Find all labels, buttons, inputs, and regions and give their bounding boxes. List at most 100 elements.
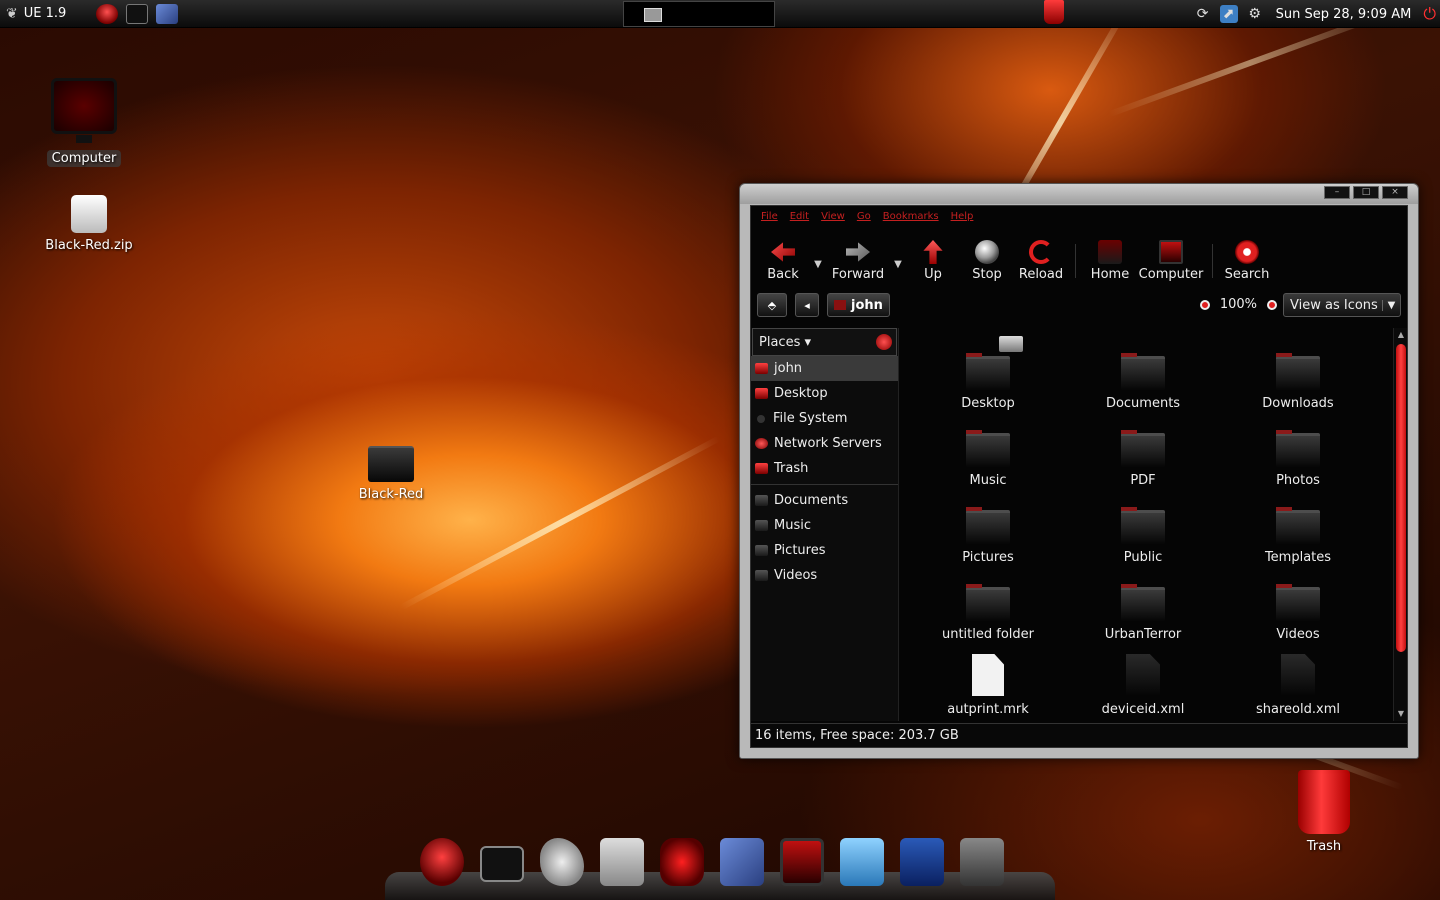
tools-dock-icon[interactable] (720, 838, 764, 886)
file-item[interactable]: Public (1068, 507, 1218, 565)
path-button-home[interactable]: john (827, 293, 890, 317)
sidebar-item-filesystem[interactable]: File System (751, 406, 898, 431)
sidebar-item-john[interactable]: john (751, 356, 898, 381)
back-history-dropdown[interactable]: ▼ (811, 259, 825, 270)
power-icon[interactable]: ⏻ (1423, 4, 1436, 24)
file-item-label: PDF (1130, 473, 1156, 488)
menu-view[interactable]: View (821, 211, 845, 223)
update-icon[interactable]: ⟳ (1194, 5, 1212, 23)
close-sidebar-icon[interactable] (876, 334, 892, 350)
file-item[interactable]: Videos (1223, 584, 1373, 642)
file-item[interactable]: Pictures (913, 507, 1063, 565)
file-item[interactable]: UrbanTerror (1068, 584, 1218, 642)
scroll-up-icon[interactable]: ▲ (1396, 330, 1406, 340)
desktop-icon-folder[interactable]: Black-Red (336, 446, 446, 503)
up-label: Up (924, 267, 942, 282)
game-dock-icon[interactable] (660, 838, 704, 886)
file-item[interactable]: Documents (1068, 353, 1218, 411)
vertical-scrollbar[interactable]: ▲ ▼ (1393, 328, 1407, 721)
toggle-location-button[interactable]: ⬘ (757, 293, 787, 317)
browser-dock-icon[interactable] (420, 838, 464, 886)
desktop-icon-computer[interactable]: Computer (29, 78, 139, 167)
zoom-out-icon[interactable] (1199, 299, 1210, 310)
file-item[interactable]: Desktop (913, 353, 1063, 411)
menu-bookmarks[interactable]: Bookmarks (883, 211, 939, 223)
forward-label: Forward (831, 267, 885, 282)
folder-icon (755, 570, 768, 581)
location-bar: ⬘ ◂ john 100% View as Icons ▼ (751, 288, 1407, 322)
close-button[interactable]: × (1382, 186, 1408, 199)
tools-launcher-icon[interactable] (156, 3, 179, 24)
network-icon[interactable]: ⬈ (1219, 5, 1238, 23)
window-titlebar[interactable]: – □ × (740, 184, 1418, 204)
drive-icon[interactable] (999, 336, 1023, 352)
stop-button[interactable]: Stop (961, 240, 1013, 282)
drive-dock-icon[interactable] (960, 838, 1004, 886)
path-left-button[interactable]: ◂ (795, 293, 819, 317)
forward-history-dropdown[interactable]: ▼ (891, 259, 905, 270)
sidebar-item-documents[interactable]: Documents (751, 488, 898, 513)
menu-file[interactable]: File (761, 211, 778, 223)
show-desktop-icon[interactable] (644, 8, 662, 22)
sidebar-item-pictures[interactable]: Pictures (751, 538, 898, 563)
path-button-label: john (851, 297, 883, 313)
computer-label: Computer (1138, 267, 1204, 282)
menu-go[interactable]: Go (857, 211, 871, 223)
file-item[interactable]: shareold.xml (1223, 654, 1373, 717)
file-item[interactable]: autprint.mrk (913, 654, 1063, 717)
terminal-dock-icon[interactable] (480, 846, 524, 882)
up-button[interactable]: Up (907, 240, 959, 282)
file-item[interactable]: Downloads (1223, 353, 1373, 411)
menu-help[interactable]: Help (951, 211, 974, 223)
sidebar-item-music[interactable]: Music (751, 513, 898, 538)
file-item[interactable]: Photos (1223, 430, 1373, 488)
file-item[interactable]: deviceid.xml (1068, 654, 1218, 717)
forward-button[interactable]: Forward (827, 240, 889, 282)
minimize-button[interactable]: – (1324, 186, 1350, 199)
file-item[interactable]: PDF (1068, 430, 1218, 488)
panel-trash-icon[interactable] (1044, 0, 1064, 24)
browser-launcher-icon[interactable] (96, 3, 119, 24)
sidebar-item-trash[interactable]: Trash (751, 456, 898, 481)
applications-menu[interactable]: ❦ UE 1.9 (6, 6, 66, 22)
desktop-icon-zip[interactable]: Black-Red.zip (34, 195, 144, 254)
home-button[interactable]: Home (1084, 240, 1136, 282)
reload-button[interactable]: Reload (1015, 240, 1067, 282)
folder-icon (1276, 353, 1320, 390)
search-button[interactable]: Search (1221, 240, 1273, 282)
file-item[interactable]: untitled folder (913, 584, 1063, 642)
zoom-in-icon[interactable] (1267, 299, 1277, 310)
dictionary-dock-icon[interactable] (900, 838, 944, 886)
back-button[interactable]: Back (757, 240, 809, 282)
gimp-dock-icon[interactable] (540, 838, 584, 886)
drive-icon (757, 414, 765, 423)
archive-icon (71, 195, 107, 233)
sidebar-item-network[interactable]: Network Servers (751, 431, 898, 456)
folder-icon (966, 353, 1010, 390)
scrollbar-thumb[interactable] (1396, 344, 1406, 652)
zoom-control: 100% (1199, 297, 1277, 312)
file-manager-dock-icon[interactable] (600, 838, 644, 886)
xml-file-icon (1126, 654, 1160, 696)
home-icon (1098, 240, 1122, 264)
menu-edit[interactable]: Edit (790, 211, 809, 223)
sidebar-item-label: Pictures (774, 543, 826, 558)
scroll-down-icon[interactable]: ▼ (1396, 709, 1406, 719)
icon-view: Desktop Documents Downloads Music PDF Ph… (905, 328, 1393, 721)
desktop-icon-trash[interactable]: Trash (1269, 770, 1379, 855)
monitor-dock-icon[interactable] (780, 838, 824, 886)
clock[interactable]: Sun Sep 28, 9:09 AM (1272, 7, 1416, 22)
notes-dock-icon[interactable] (840, 838, 884, 886)
screenshot-icon[interactable]: ⚙ (1246, 5, 1264, 23)
sidebar-item-desktop[interactable]: Desktop (751, 381, 898, 406)
terminal-launcher-icon[interactable] (126, 3, 149, 24)
maximize-button[interactable]: □ (1353, 186, 1379, 199)
file-item[interactable]: Music (913, 430, 1063, 488)
sidebar-header[interactable]: Places ▾ (752, 328, 897, 356)
file-item[interactable]: Templates (1223, 507, 1373, 565)
view-mode-select[interactable]: View as Icons ▼ (1283, 293, 1401, 317)
sidebar-item-videos[interactable]: Videos (751, 563, 898, 588)
window-content: File Edit View Go Bookmarks Help Back ▼ … (750, 205, 1408, 748)
computer-button[interactable]: Computer (1138, 240, 1204, 282)
window-switcher[interactable] (623, 1, 775, 27)
